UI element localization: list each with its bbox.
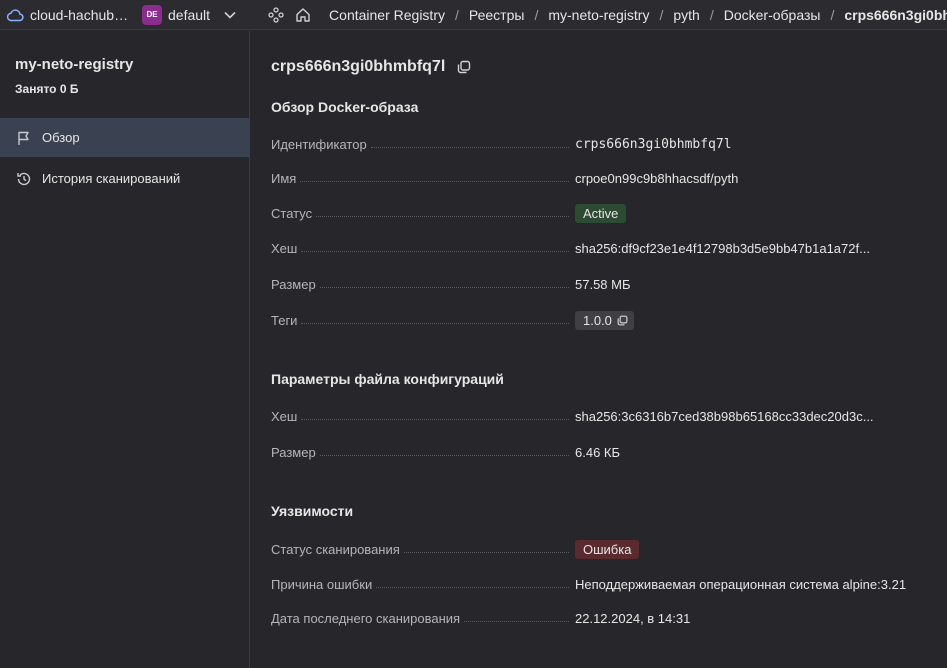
row-key: Хеш	[271, 408, 298, 424]
row-key: Хеш	[271, 240, 298, 256]
dotted-leader	[301, 250, 569, 252]
row-tags: Теги 1.0.0	[271, 310, 947, 330]
row-key: Размер	[271, 276, 316, 292]
row-status: Статус Active	[271, 203, 947, 223]
row-identifier: Идентификатор crps666n3gi0bhmbfq7l	[271, 134, 947, 154]
breadcrumb-repository[interactable]: pyth	[673, 7, 699, 23]
breadcrumb-separator: /	[709, 6, 714, 23]
row-value: crps666n3gi0bhmbfq7l	[575, 136, 732, 152]
breadcrumb: Container Registry / Реестры / my-neto-r…	[329, 7, 947, 23]
flag-icon	[16, 130, 32, 146]
row-error-reason: Причина ошибки Неподдерживаемая операцио…	[271, 574, 947, 594]
dotted-leader	[464, 620, 569, 622]
scan-status-badge: Ошибка	[575, 539, 640, 559]
row-hash: Хеш sha256:df9cf23e1e4f12798b3d5e9bb47b1…	[271, 238, 947, 258]
dotted-leader	[300, 180, 569, 182]
breadcrumb-separator: /	[454, 6, 459, 23]
row-key: Причина ошибки	[271, 576, 373, 592]
row-key: Дата последнего сканирования	[271, 610, 461, 626]
dotted-leader	[376, 586, 569, 588]
row-value: 22.12.2024, в 14:31	[575, 610, 691, 626]
row-value: crpoe0n99c9b8hhacsdf/pyth	[575, 170, 739, 186]
sidebar-item-scan-history[interactable]: История сканирований	[0, 159, 250, 198]
breadcrumb-docker-images[interactable]: Docker-образы	[724, 7, 821, 23]
row-scan-status: Статус сканирования Ошибка	[271, 539, 947, 559]
sidebar: my-neto-registry Занято 0 Б Обзор Истори…	[0, 31, 250, 668]
row-config-hash: Хеш sha256:3c6316b7ced38b98b65168cc33dec…	[271, 406, 947, 426]
row-key: Теги	[271, 312, 298, 328]
error-reason-text: Неподдерживаемая операционная система al…	[575, 576, 907, 592]
row-value: 6.46 КБ	[575, 444, 621, 460]
breadcrumb-container-registry[interactable]: Container Registry	[329, 7, 445, 23]
cloud-selector[interactable]: cloud-hachubra...	[0, 0, 132, 29]
folder-badge: DE	[142, 4, 162, 25]
row-size: Размер 57.58 МБ	[271, 274, 947, 294]
dotted-leader	[301, 418, 569, 420]
status-badge: Active	[575, 203, 627, 223]
breadcrumb-separator: /	[830, 6, 835, 23]
row-key: Имя	[271, 170, 297, 186]
registry-title: my-neto-registry	[15, 56, 134, 73]
row-value: sha256:3c6316b7ced38b98b65168cc33dec20d3…	[575, 408, 874, 424]
dotted-leader	[316, 215, 569, 217]
section-title-overview: Обзор Docker-образа	[271, 99, 419, 115]
sidebar-item-label: История сканирований	[42, 171, 181, 186]
copy-icon[interactable]	[457, 60, 471, 74]
page-title: crps666n3gi0bhmbfq7l	[271, 58, 471, 76]
dotted-leader	[319, 286, 569, 288]
services-icon[interactable]	[268, 6, 284, 23]
row-key: Статус сканирования	[271, 541, 400, 557]
folder-selector[interactable]: DE default	[142, 0, 236, 29]
row-value: sha256:df9cf23e1e4f12798b3d5e9bb47b1a1a7…	[575, 240, 870, 256]
section-title-config: Параметры файла конфигураций	[271, 371, 504, 387]
row-config-size: Размер 6.46 КБ	[271, 442, 947, 462]
row-value: 57.58 МБ	[575, 276, 631, 292]
home-icon[interactable]	[295, 7, 311, 23]
row-key: Статус	[271, 205, 313, 221]
dotted-leader	[370, 146, 569, 148]
breadcrumb-registry[interactable]: my-neto-registry	[548, 7, 649, 23]
folder-name: default	[168, 6, 211, 23]
tag-chip[interactable]: 1.0.0	[575, 310, 634, 330]
dotted-leader	[403, 551, 569, 553]
sidebar-item-label: Обзор	[42, 130, 80, 145]
row-key: Идентификатор	[271, 136, 367, 152]
breadcrumb-registries[interactable]: Реестры	[469, 7, 525, 23]
row-key: Размер	[271, 444, 316, 460]
row-last-scan-date: Дата последнего сканирования 22.12.2024,…	[271, 608, 947, 628]
sidebar-item-overview[interactable]: Обзор	[0, 118, 250, 157]
history-icon	[16, 171, 32, 187]
row-name: Имя crpoe0n99c9b8hhacsdf/pyth	[271, 168, 947, 188]
section-title-vulnerabilities: Уязвимости	[271, 503, 354, 519]
cloud-icon	[6, 8, 24, 22]
image-id-title: crps666n3gi0bhmbfq7l	[271, 58, 446, 75]
copy-icon[interactable]	[617, 315, 628, 326]
chevron-down-icon	[224, 11, 236, 19]
registry-usage: Занято 0 Б	[15, 82, 79, 96]
breadcrumb-current-image: crps666n3gi0bhmbfq7l	[844, 6, 947, 23]
breadcrumb-separator: /	[534, 6, 539, 23]
top-bar: cloud-hachubra... DE default Container R…	[0, 0, 947, 30]
main-content: crps666n3gi0bhmbfq7l Обзор Docker-образа…	[271, 31, 947, 668]
dotted-leader	[319, 454, 569, 456]
breadcrumb-separator: /	[659, 6, 664, 23]
cloud-name: cloud-hachubra...	[30, 6, 132, 23]
tag-label: 1.0.0	[583, 312, 612, 328]
dotted-leader	[301, 322, 569, 324]
